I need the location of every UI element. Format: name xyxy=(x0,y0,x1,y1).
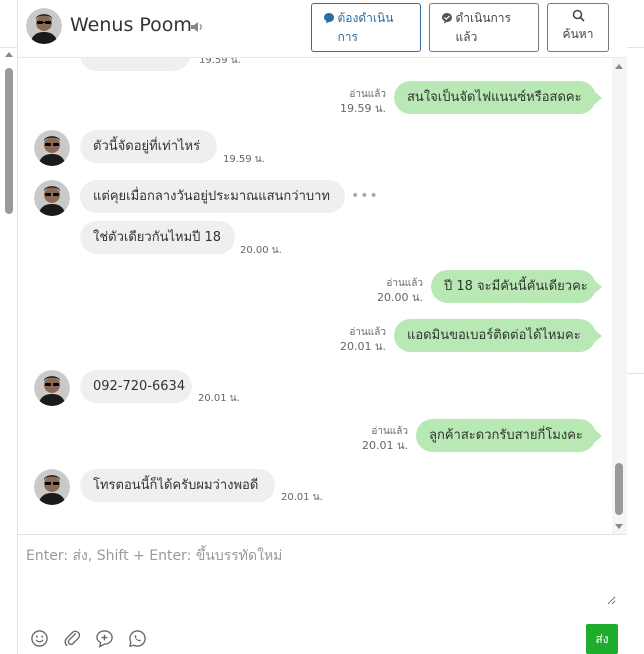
send-button[interactable]: ส่ง xyxy=(586,624,618,654)
search-icon xyxy=(548,9,608,25)
right-panel-edge xyxy=(627,0,644,654)
message-composer: ส่ง xyxy=(18,534,627,654)
chat-scrollbar[interactable] xyxy=(612,58,627,534)
search-button-label: ค้นหา xyxy=(562,27,594,41)
message-time: 20.01 น. xyxy=(281,492,323,503)
message-bubble-partial xyxy=(80,58,190,71)
read-label: อ่านแล้ว xyxy=(386,278,423,289)
scroll-down-arrow[interactable] xyxy=(615,524,623,529)
message-read-status: อ่านแล้ว 20.00 น. xyxy=(366,277,423,305)
message-bubble-incoming: แต่คุยเมื่อกลางวันอยู่ประมาณแสนกว่าบาท xyxy=(80,180,345,213)
message-time: 19.59 น. xyxy=(339,102,386,115)
message-bubble-outgoing: สนใจเป็นจัดไฟแนนซ์หรือสดคะ xyxy=(394,81,602,114)
read-label: อ่านแล้ว xyxy=(349,327,386,338)
scroll-up-arrow[interactable] xyxy=(615,64,623,69)
speaker-icon[interactable] xyxy=(190,19,204,38)
message-time: 19.59 น. xyxy=(223,154,265,165)
check-bubble-icon xyxy=(441,11,453,30)
more-options-icon[interactable]: ••• xyxy=(351,188,379,204)
contact-avatar[interactable] xyxy=(26,8,62,44)
read-label: อ่านแล้ว xyxy=(371,426,408,437)
sender-avatar[interactable] xyxy=(34,370,70,406)
divider xyxy=(627,373,644,374)
done-button[interactable]: ดำเนินการแล้ว xyxy=(429,3,539,52)
message-bubble-incoming: ตัวนี้จัดอยู่ที่เท่าไหร่ xyxy=(80,130,217,163)
message-list[interactable]: 19.59 น. อ่านแล้ว 19.59 น. สนใจเป็นจัดไฟ… xyxy=(18,58,612,534)
read-label: อ่านแล้ว xyxy=(349,89,386,100)
chat-window: Wenus Poom ต้องดำเนินการ ดำเนินการแล้ว ค… xyxy=(0,0,644,654)
message-read-status: อ่านแล้ว 20.01 น. xyxy=(351,425,408,453)
done-button-label: ดำเนินการแล้ว xyxy=(455,11,512,44)
todo-button[interactable]: ต้องดำเนินการ xyxy=(311,3,421,52)
message-time: 20.01 น. xyxy=(198,393,240,404)
sender-avatar[interactable] xyxy=(34,130,70,166)
search-button[interactable]: ค้นหา xyxy=(547,3,609,52)
message-time: 20.00 น. xyxy=(240,245,282,256)
message-input[interactable] xyxy=(26,545,616,605)
message-read-status: อ่านแล้ว 19.59 น. xyxy=(328,88,386,116)
sender-avatar[interactable] xyxy=(34,180,70,216)
left-panel-edge xyxy=(0,0,18,654)
message-time: 20.01 น. xyxy=(361,439,408,452)
sender-avatar[interactable] xyxy=(34,469,70,505)
message-time: 20.01 น. xyxy=(339,340,386,353)
chat-bubble-icon xyxy=(323,11,335,30)
attachment-icon[interactable] xyxy=(63,629,83,649)
quick-reply-icon[interactable] xyxy=(128,629,148,649)
message-read-status: อ่านแล้ว 20.01 น. xyxy=(329,326,386,354)
left-scrollbar-thumb[interactable] xyxy=(5,68,13,214)
message-bubble-incoming: โทรตอนนี้ก็ได้ครับผมว่างพอดี xyxy=(80,469,275,502)
emoji-icon[interactable] xyxy=(30,629,50,649)
message-bubble-outgoing: ปี 18 จะมีคันนี้คันเดียวคะ xyxy=(431,270,602,303)
message-bubble-incoming: 092-720-6634 xyxy=(80,370,192,403)
chat-header: Wenus Poom ต้องดำเนินการ ดำเนินการแล้ว ค… xyxy=(18,0,627,58)
message-bubble-incoming: ใช่ตัวเดียวกันไหมปี 18 xyxy=(80,221,235,254)
message-time: 19.59 น. xyxy=(199,58,241,66)
scroll-up-arrow[interactable] xyxy=(5,52,13,57)
todo-button-label: ต้องดำเนินการ xyxy=(337,11,394,44)
divider xyxy=(0,47,18,48)
message-time: 20.00 น. xyxy=(376,291,423,304)
contact-name: Wenus Poom xyxy=(70,14,192,36)
divider xyxy=(627,47,644,48)
add-sticker-icon[interactable] xyxy=(95,629,115,649)
message-bubble-outgoing: ลูกค้าสะดวกรับสายกี่โมงคะ xyxy=(416,419,602,452)
scrollbar-thumb[interactable] xyxy=(615,463,623,515)
message-bubble-outgoing: แอดมินขอเบอร์ติดต่อได้ไหมคะ xyxy=(394,319,602,352)
